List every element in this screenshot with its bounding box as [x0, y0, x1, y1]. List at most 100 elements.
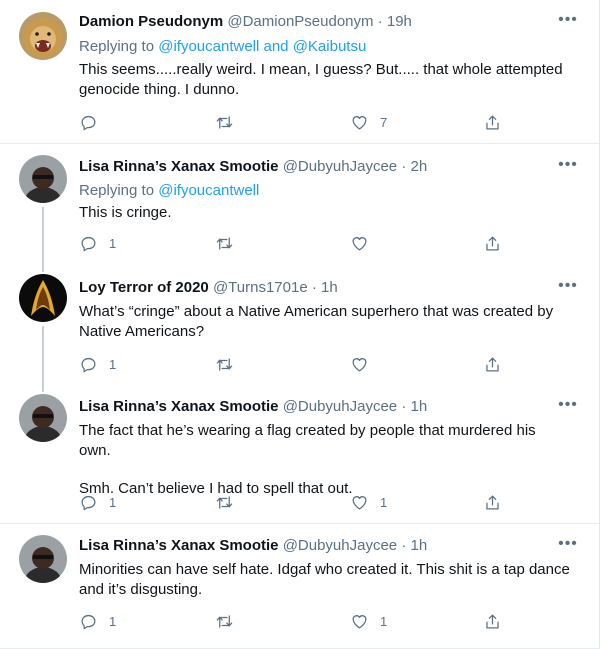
reply-button[interactable] — [79, 112, 98, 132]
share-icon — [486, 115, 499, 129]
display-name[interactable]: Loy Terror of 2020 — [79, 279, 209, 296]
retweet-button[interactable] — [215, 233, 234, 253]
tweet-actions: 7 — [79, 112, 509, 132]
user-handle[interactable]: @DubyuhJaycee — [283, 398, 397, 415]
tweet-text: Minorities can have self hate. Idgaf who… — [79, 560, 570, 600]
timestamp[interactable]: 1h — [321, 279, 338, 296]
lion-avatar-image — [19, 12, 67, 60]
tweet[interactable]: Lisa Rinna’s Xanax Smootie @DubyuhJaycee… — [0, 145, 600, 264]
reply-button[interactable]: 1 — [79, 354, 116, 374]
share-button[interactable] — [483, 611, 502, 631]
tweet-text-line: Native Americans? — [79, 323, 205, 340]
more-options-icon[interactable]: ••• — [558, 397, 578, 419]
tweet-text-line: The fact that he’s wearing a flag create… — [79, 422, 536, 459]
timestamp[interactable]: 1h — [411, 537, 428, 554]
retweet-icon — [216, 115, 233, 129]
mention-link[interactable]: @ifyoucantwell — [158, 182, 259, 199]
tweet-actions: 1 — [79, 354, 509, 374]
reply-button[interactable]: 1 — [79, 492, 116, 512]
timestamp[interactable]: 19h — [387, 13, 412, 30]
tweet-text-line: This is cringe. — [79, 204, 172, 221]
like-button[interactable] — [350, 354, 369, 374]
replying-to-prefix: Replying to — [79, 38, 159, 55]
reply-count: 1 — [109, 613, 117, 629]
reply-icon — [81, 115, 96, 130]
user-handle[interactable]: @Turns1701e — [213, 279, 308, 296]
like-count: 1 — [380, 494, 388, 510]
thread-line — [42, 207, 44, 264]
reply-button[interactable]: 1 — [79, 233, 116, 253]
reply-count: 1 — [109, 494, 117, 510]
like-count: 1 — [380, 613, 388, 629]
share-icon — [486, 236, 499, 250]
mention-link[interactable]: @ifyoucantwell — [158, 38, 259, 55]
avatar[interactable] — [19, 155, 67, 203]
retweet-button[interactable] — [215, 611, 234, 631]
heart-icon — [352, 236, 367, 250]
like-button[interactable] — [350, 233, 369, 253]
tweet[interactable]: Lisa Rinna’s Xanax Smootie @DubyuhJaycee… — [0, 525, 600, 649]
tweet[interactable]: Lisa Rinna’s Xanax Smootie @DubyuhJaycee… — [0, 384, 600, 524]
replying-to: Replying to @ifyoucantwell — [79, 181, 259, 201]
avatar[interactable] — [19, 394, 67, 442]
like-button[interactable]: 7 — [350, 112, 387, 132]
starfleet-emblem-avatar-image — [19, 274, 67, 322]
tweet-text-line: genocide thing. I dunno. — [79, 81, 240, 98]
separator-dot: · — [401, 158, 407, 175]
more-options-icon[interactable]: ••• — [558, 157, 578, 179]
tweet[interactable]: Damion Pseudonym @DamionPseudonym · 19h … — [0, 0, 600, 144]
like-count: 7 — [380, 114, 388, 130]
retweet-icon — [216, 614, 233, 628]
avatar[interactable] — [19, 12, 67, 60]
thread-line — [42, 326, 44, 384]
like-button[interactable]: 1 — [350, 611, 387, 631]
retweet-button[interactable] — [215, 354, 234, 374]
separator-dot: · — [401, 398, 407, 415]
user-handle[interactable]: @DamionPseudonym — [227, 13, 373, 30]
display-name[interactable]: Lisa Rinna’s Xanax Smootie — [79, 398, 279, 415]
retweet-button[interactable] — [215, 492, 234, 512]
tweet-actions: 1 — [79, 233, 509, 253]
more-options-icon[interactable]: ••• — [558, 12, 578, 34]
reply-icon — [81, 236, 96, 251]
person-avatar-image — [19, 535, 67, 583]
tweet-text-line: Minorities can have self hate. Idgaf who… — [79, 561, 570, 578]
mention-link[interactable]: @Kaibutsu — [293, 38, 367, 55]
tweet-header: Lisa Rinna’s Xanax Smootie @DubyuhJaycee… — [79, 536, 580, 556]
timestamp[interactable]: 1h — [411, 398, 428, 415]
retweet-icon — [216, 236, 233, 250]
retweet-button[interactable] — [215, 112, 234, 132]
more-options-icon[interactable]: ••• — [558, 278, 578, 300]
display-name[interactable]: Damion Pseudonym — [79, 13, 223, 30]
share-button[interactable] — [483, 233, 502, 253]
share-button[interactable] — [483, 354, 502, 374]
tweet[interactable]: Loy Terror of 2020 @Turns1701e · 1h ••• … — [0, 264, 600, 384]
tweet-text-line: What’s “cringe” about a Native American … — [79, 303, 554, 320]
retweet-icon — [216, 357, 233, 371]
reply-button[interactable]: 1 — [79, 611, 116, 631]
tweet-text-line: This seems.....really weird. I mean, I g… — [79, 61, 563, 78]
avatar[interactable] — [19, 274, 67, 322]
share-button[interactable] — [483, 492, 502, 512]
share-button[interactable] — [483, 112, 502, 132]
user-handle[interactable]: @DubyuhJaycee — [283, 537, 397, 554]
like-button[interactable]: 1 — [350, 492, 387, 512]
more-options-icon[interactable]: ••• — [558, 536, 578, 558]
replying-and-text: and — [259, 38, 293, 55]
tweet-thread: Damion Pseudonym @DamionPseudonym · 19h … — [0, 0, 600, 649]
heart-icon — [352, 115, 367, 129]
replying-to: Replying to @ifyoucantwell and @Kaibutsu — [79, 37, 366, 57]
reply-icon — [81, 357, 96, 372]
reply-icon — [81, 495, 96, 510]
reply-icon — [81, 614, 96, 629]
timestamp[interactable]: 2h — [411, 158, 428, 175]
display-name[interactable]: Lisa Rinna’s Xanax Smootie — [79, 158, 279, 175]
avatar[interactable] — [19, 535, 67, 583]
separator-dot: · — [377, 13, 383, 30]
display-name[interactable]: Lisa Rinna’s Xanax Smootie — [79, 537, 279, 554]
tweet-actions: 1 1 — [79, 492, 509, 512]
retweet-icon — [216, 495, 233, 509]
tweet-header: Lisa Rinna’s Xanax Smootie @DubyuhJaycee… — [79, 157, 580, 177]
user-handle[interactable]: @DubyuhJaycee — [283, 158, 397, 175]
tweet-text: This is cringe. — [79, 203, 570, 223]
